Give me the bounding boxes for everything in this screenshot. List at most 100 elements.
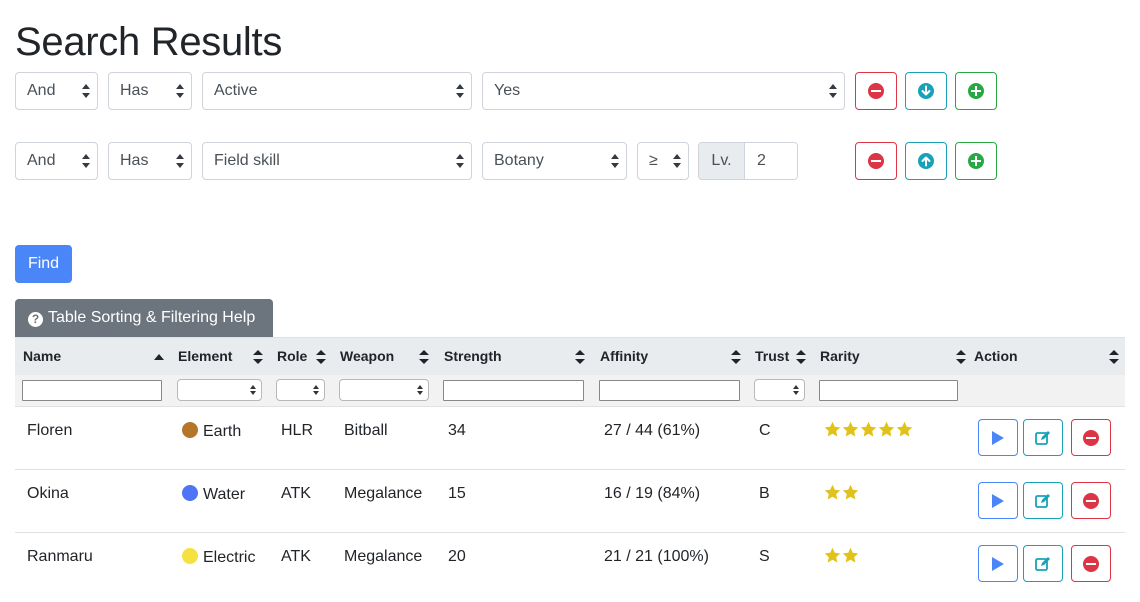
play-button[interactable] — [978, 419, 1018, 456]
header-role[interactable]: Role — [277, 338, 307, 376]
filter-1-move-down-button[interactable] — [905, 72, 947, 110]
column-filter-row — [15, 375, 1125, 407]
filter-1-remove-button[interactable] — [855, 72, 897, 110]
header-element[interactable]: Element — [178, 338, 232, 376]
sort-icon[interactable] — [796, 350, 806, 364]
header-rarity[interactable]: Rarity — [820, 338, 860, 376]
filter-2-level-group: Lv. 2 — [698, 142, 798, 180]
filter-1-mode-select[interactable]: Has — [108, 72, 192, 110]
header-trust[interactable]: Trust — [755, 338, 789, 376]
sort-icon[interactable] — [956, 350, 966, 364]
filter-2-add-button[interactable] — [955, 142, 997, 180]
cell-element: Electric — [182, 548, 255, 567]
arrow-down-circle-icon — [918, 83, 934, 99]
filter-element-select[interactable] — [177, 379, 262, 401]
cell-strength: 20 — [448, 548, 466, 565]
filter-2-logic-select[interactable]: And — [15, 142, 98, 180]
sort-icon[interactable] — [253, 350, 263, 364]
cell-name: Okina — [27, 485, 69, 502]
play-icon — [992, 493, 1004, 508]
select-arrows-icon — [82, 154, 90, 168]
rarity-stars — [824, 484, 859, 501]
filter-1-mode-value: Has — [120, 82, 149, 99]
edit-button[interactable] — [1023, 482, 1063, 519]
filter-1-logic-select[interactable]: And — [15, 72, 98, 110]
question-circle-icon: ? — [28, 312, 43, 327]
filter-2-move-up-button[interactable] — [905, 142, 947, 180]
filter-role-select[interactable] — [276, 379, 325, 401]
plus-circle-icon — [968, 83, 984, 99]
sort-icon[interactable] — [419, 350, 429, 364]
header-affinity[interactable]: Affinity — [600, 338, 648, 376]
table-help-label: Table Sorting & Filtering Help — [48, 309, 256, 326]
play-button[interactable] — [978, 545, 1018, 582]
select-arrows-icon — [829, 84, 837, 98]
cell-strength: 15 — [448, 485, 466, 502]
filter-2-value-select[interactable]: Botany — [482, 142, 627, 180]
select-arrows-icon — [611, 154, 619, 168]
star-icon — [842, 484, 859, 500]
cell-name: Floren — [27, 422, 73, 439]
filter-2-mode-value: Has — [120, 152, 149, 169]
minus-circle-icon — [868, 83, 884, 99]
header-strength[interactable]: Strength — [444, 338, 502, 376]
filter-1-field-select[interactable]: Active — [202, 72, 472, 110]
filter-affinity-input[interactable] — [599, 380, 740, 401]
sort-icon[interactable] — [731, 350, 741, 364]
filter-trust-select[interactable] — [754, 379, 805, 401]
filter-weapon-select[interactable] — [339, 379, 429, 401]
table-row: Ranmaru Electric ATK Megalance 20 21 / 2… — [15, 533, 1125, 596]
select-arrows-icon — [456, 154, 464, 168]
star-icon — [842, 547, 859, 563]
filter-2-logic-value: And — [27, 152, 56, 169]
filter-strength-input[interactable] — [443, 380, 584, 401]
table-row: Floren Earth HLR Bitball 34 27 / 44 (61%… — [15, 407, 1125, 470]
sort-icon[interactable] — [1109, 350, 1119, 364]
select-arrows-icon — [673, 154, 681, 168]
cell-element: Earth — [182, 422, 241, 441]
table-help-button[interactable]: ? Table Sorting & Filtering Help — [15, 299, 273, 337]
delete-icon — [1083, 492, 1099, 509]
filter-1-add-button[interactable] — [955, 72, 997, 110]
filter-1-field-value: Active — [214, 82, 258, 99]
edit-button[interactable] — [1023, 419, 1063, 456]
sort-ascending-icon[interactable] — [154, 350, 164, 364]
cell-name: Ranmaru — [27, 548, 93, 565]
filter-2-mode-select[interactable]: Has — [108, 142, 192, 180]
sort-icon[interactable] — [575, 350, 585, 364]
filter-2-remove-button[interactable] — [855, 142, 897, 180]
edit-button[interactable] — [1023, 545, 1063, 582]
select-arrows-icon — [176, 154, 184, 168]
find-button[interactable]: Find — [15, 245, 72, 283]
cell-weapon: Megalance — [344, 485, 423, 502]
cell-affinity: 27 / 44 (61%) — [604, 422, 701, 439]
element-dot-icon — [182, 548, 198, 564]
edit-icon — [1035, 556, 1050, 571]
star-icon — [860, 421, 877, 437]
sort-icon[interactable] — [316, 350, 326, 364]
delete-button[interactable] — [1071, 545, 1111, 582]
play-icon — [992, 430, 1004, 445]
header-action[interactable]: Action — [974, 338, 1018, 376]
filter-2-operator-select[interactable]: ≥ — [637, 142, 689, 180]
minus-circle-icon — [868, 153, 884, 169]
select-arrows-icon — [456, 84, 464, 98]
delete-button[interactable] — [1071, 482, 1111, 519]
delete-button[interactable] — [1071, 419, 1111, 456]
select-arrows-icon — [82, 84, 90, 98]
header-name[interactable]: Name — [23, 338, 61, 376]
cell-element: Water — [182, 485, 245, 504]
star-icon — [896, 421, 913, 437]
filter-2-field-select[interactable]: Field skill — [202, 142, 472, 180]
play-button[interactable] — [978, 482, 1018, 519]
arrow-up-circle-icon — [918, 153, 934, 169]
page-title: Search Results — [15, 20, 283, 64]
header-weapon[interactable]: Weapon — [340, 338, 394, 376]
cell-affinity: 21 / 21 (100%) — [604, 548, 709, 565]
level-input[interactable]: 2 — [745, 143, 797, 179]
filter-name-input[interactable] — [22, 380, 162, 401]
play-icon — [992, 556, 1004, 571]
filter-rarity-input[interactable] — [819, 380, 958, 401]
filter-1-value-select[interactable]: Yes — [482, 72, 845, 110]
table-row: Okina Water ATK Megalance 15 16 / 19 (84… — [15, 470, 1125, 533]
